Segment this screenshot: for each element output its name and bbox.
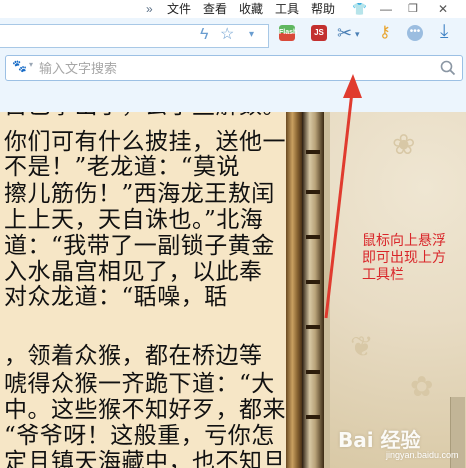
annotation-text: 鼠标向上悬浮 即可出现上方 工具栏	[362, 233, 458, 284]
watermark-url: jingyan.baidu.com	[386, 450, 459, 460]
baidu-watermark: Bai 经验	[338, 428, 421, 452]
annotation-line: 工具栏	[362, 267, 404, 283]
annotation-line: 鼠标向上悬浮	[362, 233, 446, 249]
annotation-line: 即可出现上方	[362, 250, 446, 266]
